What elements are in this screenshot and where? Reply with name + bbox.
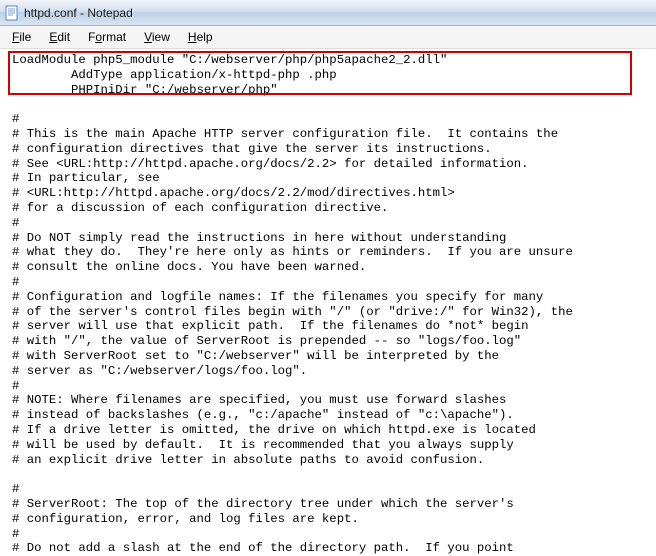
menu-edit[interactable]: Edit bbox=[41, 28, 78, 46]
titlebar[interactable]: httpd.conf - Notepad bbox=[0, 0, 656, 26]
menu-format[interactable]: Format bbox=[80, 28, 134, 46]
menu-help[interactable]: Help bbox=[180, 28, 221, 46]
text-editor-area[interactable]: LoadModule php5_module "C:/webserver/php… bbox=[0, 49, 656, 556]
menubar: File Edit Format View Help bbox=[0, 26, 656, 49]
document-text[interactable]: LoadModule php5_module "C:/webserver/php… bbox=[0, 49, 656, 556]
window-title: httpd.conf - Notepad bbox=[24, 6, 133, 20]
menu-file[interactable]: File bbox=[4, 28, 39, 46]
notepad-icon bbox=[4, 5, 20, 21]
notepad-window: httpd.conf - Notepad File Edit Format Vi… bbox=[0, 0, 656, 556]
menu-view[interactable]: View bbox=[136, 28, 178, 46]
